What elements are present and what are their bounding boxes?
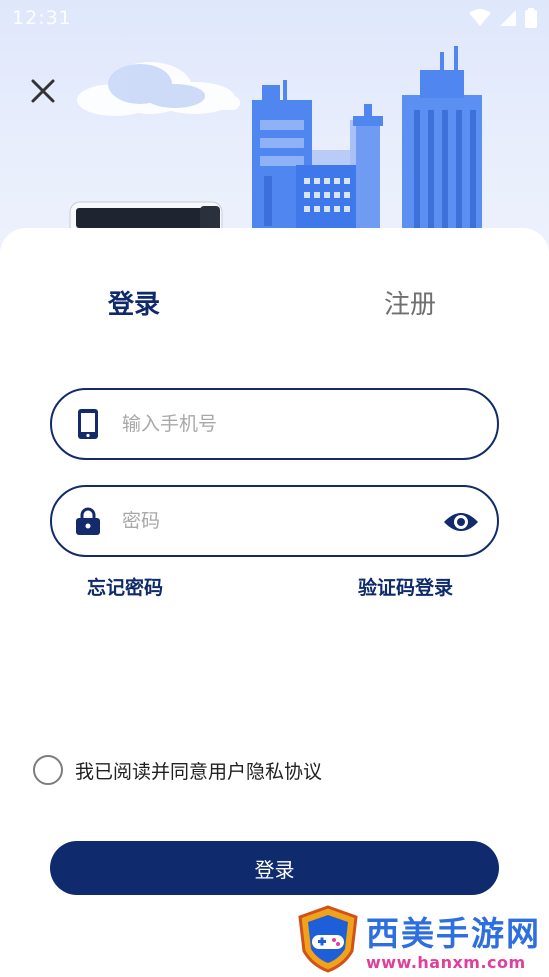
password-input[interactable] (122, 510, 422, 532)
gamepad-shield-logo (298, 905, 358, 973)
agreement-row: 我已阅读并同意用户隐私协议 (33, 755, 322, 785)
forgot-password-link[interactable]: 忘记密码 (87, 573, 163, 600)
code-login-link[interactable]: 验证码登录 (358, 573, 453, 600)
watermark: 西美手游网 www.hanxm.com (296, 905, 541, 973)
phone-field[interactable] (50, 388, 499, 460)
phone-input[interactable] (122, 413, 422, 435)
watermark-title: 西美手游网 (366, 913, 541, 953)
lock-icon (76, 505, 100, 537)
close-icon[interactable] (26, 74, 60, 108)
tab-login[interactable]: 登录 (108, 284, 160, 321)
agreement-checkbox[interactable] (33, 755, 63, 785)
status-bar: 12:31 (0, 0, 549, 36)
status-icons (469, 8, 537, 28)
wifi-icon (469, 9, 491, 26)
tab-register[interactable]: 注册 (384, 284, 436, 321)
login-button[interactable]: 登录 (50, 841, 499, 895)
battery-icon (525, 8, 537, 28)
agreement-text[interactable]: 我已阅读并同意用户隐私协议 (75, 757, 322, 784)
phone-icon (76, 408, 100, 440)
watermark-url: www.hanxm.com (366, 952, 526, 972)
eye-icon[interactable] (443, 507, 479, 537)
password-field[interactable] (50, 485, 499, 557)
signal-icon (500, 10, 516, 26)
status-time: 12:31 (12, 7, 72, 29)
